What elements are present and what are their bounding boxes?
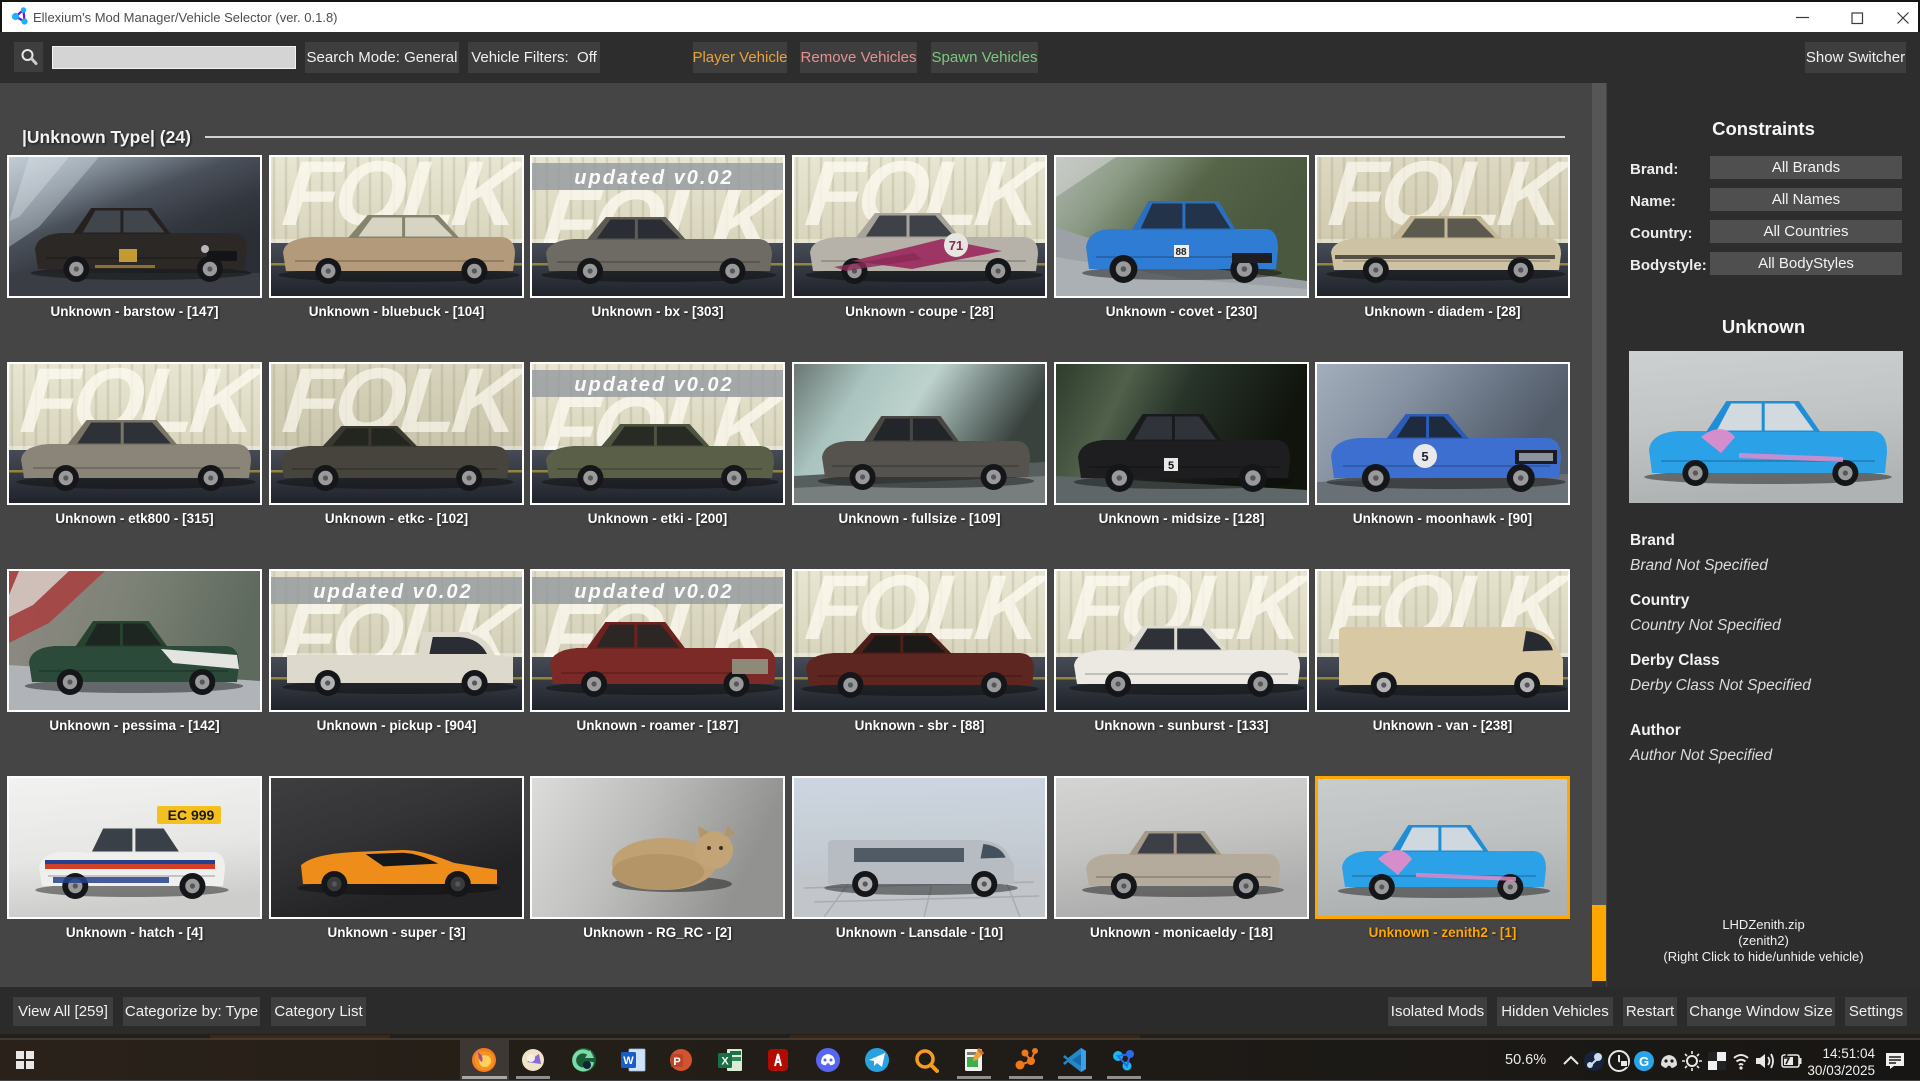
svg-text:W: W xyxy=(623,1055,634,1067)
svg-text:88: 88 xyxy=(1175,247,1187,258)
svg-text:EC 999: EC 999 xyxy=(168,807,215,823)
svg-text:G: G xyxy=(1639,1054,1649,1069)
svg-text:71: 71 xyxy=(949,238,963,253)
svg-text:5: 5 xyxy=(1421,449,1428,464)
svg-text:updated v0.02: updated v0.02 xyxy=(574,374,733,396)
svg-text:5: 5 xyxy=(1168,460,1174,472)
svg-text:updated v0.02: updated v0.02 xyxy=(574,167,733,189)
svg-text:updated v0.02: updated v0.02 xyxy=(574,581,733,603)
svg-text:updated v0.02: updated v0.02 xyxy=(313,581,472,603)
svg-text:X: X xyxy=(721,1056,729,1068)
svg-text:P: P xyxy=(673,1056,680,1068)
